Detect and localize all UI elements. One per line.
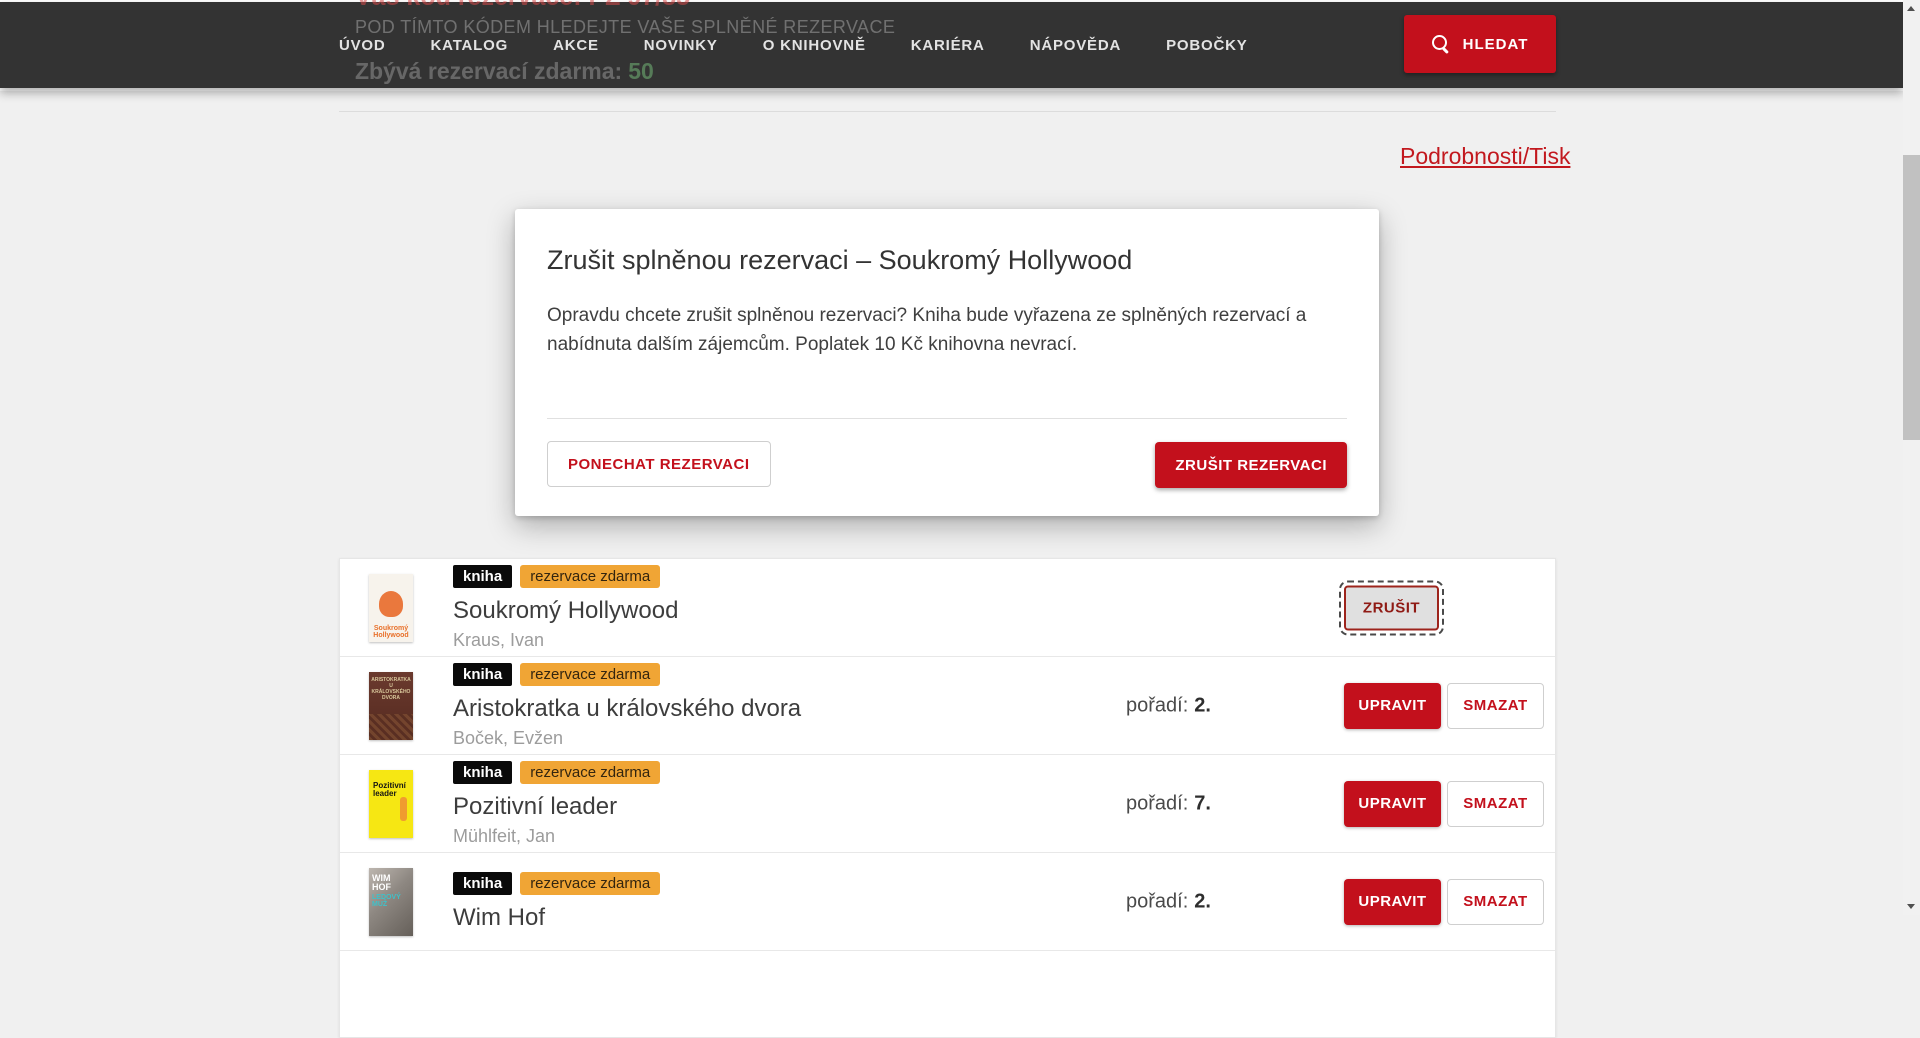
book-title: Wim Hof: [453, 904, 660, 932]
row-cancel-button[interactable]: ZRUŠIT: [1344, 585, 1439, 630]
keep-reservation-button[interactable]: PONECHAT REZERVACI: [547, 441, 771, 487]
book-cover-title-text: ARISTOKRATKA U KRÁLOVSKÉHO DVORA: [371, 677, 411, 701]
badge: kniha: [453, 663, 512, 686]
badge: rezervace zdarma: [520, 663, 660, 686]
book-cover-thumbnail: Pozitivní leader: [369, 770, 413, 838]
nav-item-0[interactable]: ÚVOD: [339, 37, 386, 54]
row-edit-button[interactable]: UPRAVIT: [1344, 879, 1441, 925]
nav-item-6[interactable]: NÁPOVĚDA: [1030, 37, 1121, 54]
badge: rezervace zdarma: [520, 761, 660, 784]
row-actions: UPRAVITSMAZAT: [1344, 683, 1544, 729]
book-cover-title-text: WIM HOF: [372, 874, 411, 892]
book-author: Kraus, Ivan: [453, 630, 678, 651]
queue-position-label: pořadí:: [1126, 694, 1188, 716]
queue-position: pořadí: 2.: [1126, 890, 1211, 913]
badges: kniha rezervace zdarma: [453, 872, 660, 895]
search-icon: [1432, 35, 1450, 53]
badge: rezervace zdarma: [520, 872, 660, 895]
book-cover-title-text: Pozitivní leader: [373, 782, 411, 798]
dialog-title: Zrušit splněnou rezervaci – Soukromý Hol…: [547, 245, 1347, 276]
book-title: Pozitivní leader: [453, 793, 660, 821]
queue-position-value: 2.: [1194, 890, 1211, 912]
search-button-label: HLEDAT: [1463, 36, 1529, 53]
reservation-row: Pozitivní leader kniha rezervace zdarma P…: [340, 755, 1555, 853]
badges: kniha rezervace zdarma: [453, 565, 678, 588]
nav-item-3[interactable]: NOVINKY: [644, 37, 718, 54]
reservation-row: WIM HOF LEDOVÝ MUŽ kniha rezervace zdarma…: [340, 853, 1555, 951]
reservation-row: Soukromý Hollywood kniha rezervace zdarma…: [340, 559, 1555, 657]
scrollbar-down-arrow[interactable]: [1903, 898, 1920, 915]
row-actions: ZRUŠIT: [1344, 585, 1439, 630]
badge: rezervace zdarma: [520, 565, 660, 588]
book-cover-thumbnail: ARISTOKRATKA U KRÁLOVSKÉHO DVORA: [369, 672, 413, 740]
scrollbar-up-arrow[interactable]: [1903, 0, 1920, 17]
book-title: Soukromý Hollywood: [453, 597, 678, 625]
details-print-link[interactable]: Podrobnosti/Tisk: [1400, 143, 1570, 170]
dialog-message: Opravdu chcete zrušit splněnou rezervaci…: [547, 301, 1347, 359]
queue-position-label: pořadí:: [1126, 890, 1188, 912]
nav-item-5[interactable]: KARIÉRA: [911, 37, 985, 54]
badge: kniha: [453, 761, 512, 784]
badge: kniha: [453, 872, 512, 895]
queue-position-label: pořadí:: [1126, 792, 1188, 814]
row-actions: UPRAVITSMAZAT: [1344, 781, 1544, 827]
nav-menu: ÚVOD KATALOG AKCE NOVINKY O KNIHOVNĚ KARIÉRA N…: [339, 2, 1248, 88]
nav-item-1[interactable]: KATALOG: [431, 37, 509, 54]
vertical-scrollbar[interactable]: [1903, 0, 1920, 915]
row-delete-button[interactable]: SMAZAT: [1447, 683, 1544, 729]
row-delete-button[interactable]: SMAZAT: [1447, 781, 1544, 827]
row-edit-button[interactable]: UPRAVIT: [1344, 781, 1441, 827]
queue-position: pořadí: 2.: [1126, 694, 1211, 717]
book-author: Mühlfeit, Jan: [453, 826, 660, 847]
badge: kniha: [453, 565, 512, 588]
badges: kniha rezervace zdarma: [453, 761, 660, 784]
reservations-list: Soukromý Hollywood kniha rezervace zdarma…: [339, 558, 1556, 1038]
nav-item-2[interactable]: AKCE: [553, 37, 599, 54]
book-cover-thumbnail: WIM HOF LEDOVÝ MUŽ: [369, 868, 413, 936]
nav-item-7[interactable]: POBOČKY: [1166, 37, 1247, 54]
queue-position-value: 7.: [1194, 792, 1211, 814]
badges: kniha rezervace zdarma: [453, 663, 801, 686]
content-divider: [339, 111, 1556, 112]
queue-position: pořadí: 7.: [1126, 792, 1211, 815]
queue-position-value: 2.: [1194, 694, 1211, 716]
reservation-row: ARISTOKRATKA U KRÁLOVSKÉHO DVORA knihare…: [340, 657, 1555, 755]
search-button[interactable]: HLEDAT: [1404, 15, 1556, 73]
book-cover-title-text: Soukromý Hollywood: [371, 625, 411, 639]
scrollbar-thumb[interactable]: [1903, 155, 1920, 440]
main-navbar: ÚVOD KATALOG AKCE NOVINKY O KNIHOVNĚ KARIÉRA N…: [0, 2, 1903, 88]
row-actions: UPRAVITSMAZAT: [1344, 879, 1544, 925]
book-cover-subtitle-text: LEDOVÝ MUŽ: [372, 894, 413, 908]
nav-item-4[interactable]: O KNIHOVNĚ: [763, 37, 866, 54]
row-delete-button[interactable]: SMAZAT: [1447, 879, 1544, 925]
book-cover-thumbnail: Soukromý Hollywood: [369, 574, 413, 642]
cancel-reservation-button[interactable]: ZRUŠIT REZERVACI: [1155, 442, 1347, 488]
cancel-reservation-dialog: Zrušit splněnou rezervaci – Soukromý Hol…: [515, 209, 1379, 516]
dialog-divider: [547, 418, 1347, 419]
row-edit-button[interactable]: UPRAVIT: [1344, 683, 1441, 729]
book-title: Aristokratka u královského dvora: [453, 695, 801, 723]
book-author: Boček, Evžen: [453, 728, 801, 749]
